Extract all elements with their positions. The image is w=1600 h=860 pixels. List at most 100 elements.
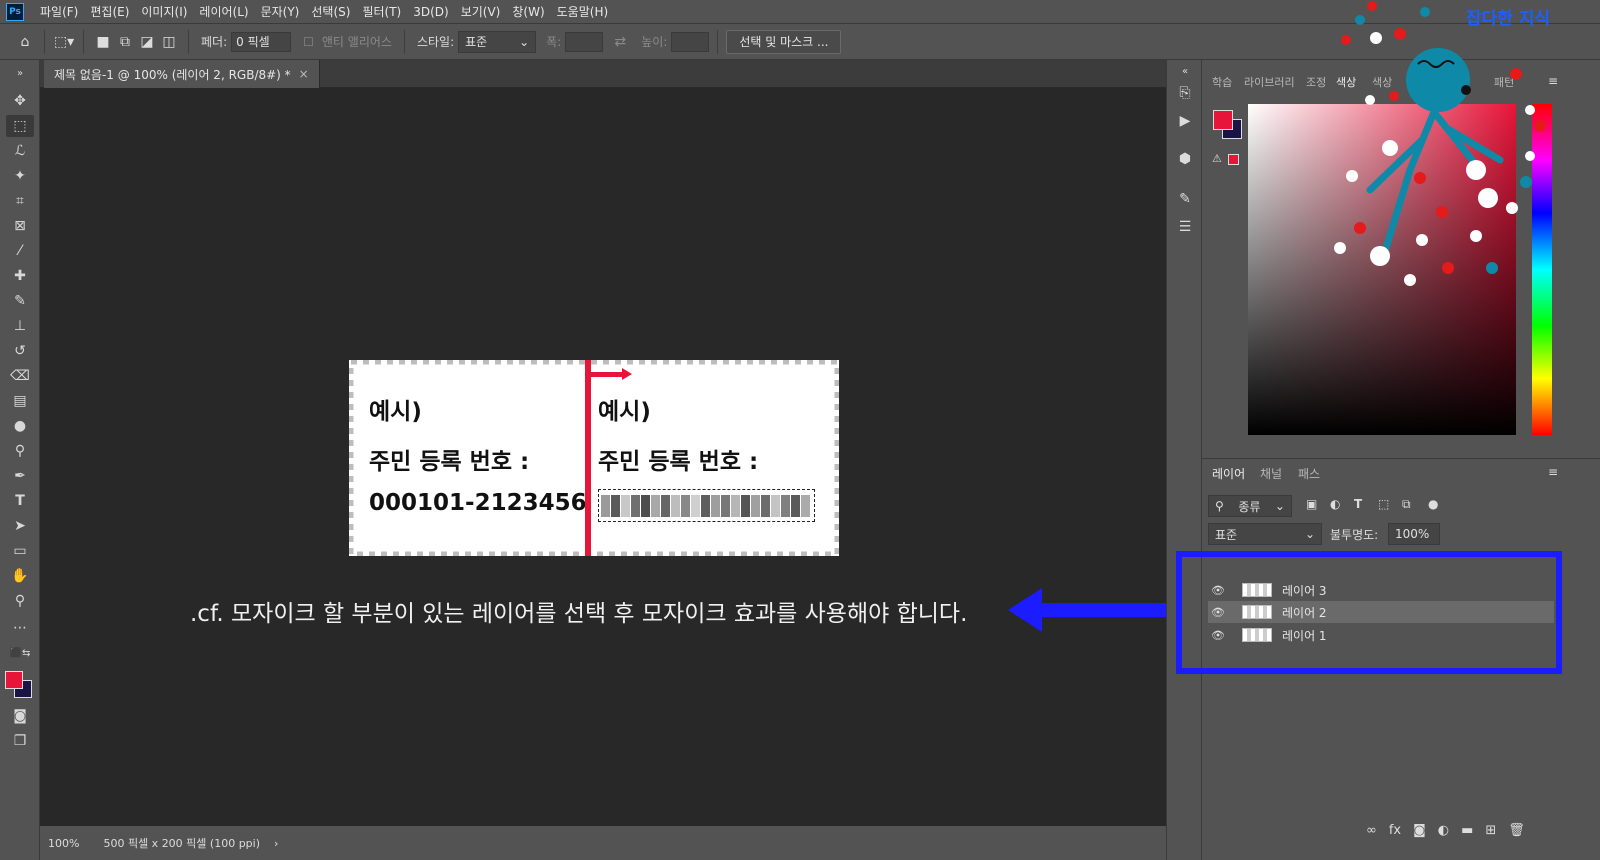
group-folder-icon[interactable]: ▬ — [1461, 823, 1473, 838]
divider — [188, 29, 189, 54]
divider — [44, 29, 45, 54]
filter-type-icon[interactable]: T — [1354, 497, 1362, 511]
filter-adjustment-icon[interactable]: ◐ — [1330, 497, 1340, 511]
menu-edit[interactable]: 편집(E) — [84, 3, 135, 20]
actions-play-icon[interactable]: ▶ — [1173, 110, 1197, 132]
opacity-label: 불투명도: — [1330, 528, 1379, 542]
style-label: 스타일: — [416, 35, 455, 49]
chevron-right-icon[interactable]: › — [274, 837, 278, 850]
menu-layer[interactable]: 레이어(L) — [193, 3, 254, 20]
move-tool-icon[interactable]: ✥ — [6, 90, 34, 112]
tab-channels[interactable]: 채널 — [1260, 465, 1282, 482]
frame-tool-icon[interactable]: ⊠ — [6, 215, 34, 237]
subtract-selection-icon[interactable]: ◪ — [136, 31, 158, 53]
path-selection-tool-icon[interactable]: ➤ — [6, 515, 34, 537]
left-id-number: 000101-2123456 — [369, 490, 587, 516]
gradient-tool-icon[interactable]: ▤ — [6, 390, 34, 412]
fx-icon[interactable]: fx — [1389, 823, 1401, 838]
menu-select[interactable]: 선택(S) — [305, 3, 356, 20]
brush-tool-icon[interactable]: ✎ — [6, 290, 34, 312]
new-selection-icon[interactable]: ■ — [92, 31, 114, 53]
history-brush-tool-icon[interactable]: ↺ — [6, 340, 34, 362]
hand-tool-icon[interactable]: ✋ — [6, 565, 34, 587]
mosaic-selection[interactable] — [598, 489, 815, 522]
zoom-tool-icon[interactable]: ⚲ — [6, 590, 34, 612]
opacity-input[interactable]: 100% — [1388, 523, 1440, 545]
document-tab[interactable]: 제목 없음-1 @ 100% (레이어 2, RGB/8#) * × — [44, 60, 320, 88]
menu-window[interactable]: 창(W) — [506, 3, 550, 20]
antialias-label: 앤티 앨리어스 — [321, 35, 392, 49]
home-icon[interactable]: ⌂ — [14, 31, 36, 53]
width-input[interactable] — [565, 31, 604, 52]
height-input[interactable] — [671, 31, 710, 52]
mask-icon[interactable]: ◙ — [1413, 823, 1426, 838]
tab-libraries[interactable]: 라이브러리 — [1244, 74, 1295, 90]
stamp-tool-icon[interactable]: ⊥ — [6, 315, 34, 337]
panel-menu-icon[interactable]: ≡ — [1548, 465, 1558, 479]
trash-icon[interactable]: 🗑 — [1508, 823, 1525, 838]
tab-adjustments[interactable]: 조정 — [1306, 74, 1326, 90]
marquee-preset-icon[interactable]: ⬚▾ — [53, 31, 75, 53]
divider — [717, 29, 719, 54]
foreground-color-swatch[interactable] — [1213, 110, 1233, 130]
adjustment-layer-icon[interactable]: ◐ — [1438, 823, 1449, 838]
add-selection-icon[interactable]: ⧉ — [114, 31, 136, 53]
magic-wand-tool-icon[interactable]: ✦ — [6, 165, 34, 187]
screen-mode-icon[interactable]: ❐ — [6, 730, 34, 752]
zoom-level[interactable]: 100% — [48, 837, 79, 850]
tab-layers[interactable]: 레이어 — [1212, 465, 1245, 482]
tab-paths[interactable]: 패스 — [1298, 465, 1320, 482]
feather-input[interactable]: 0 픽셀 — [231, 31, 292, 52]
filter-image-icon[interactable]: ▣ — [1306, 497, 1317, 511]
collapse-icon[interactable]: » — [6, 62, 34, 84]
collapsed-panels-strip: « ⎘ ▶ ⬢ ✎ ☰ — [1166, 60, 1202, 860]
menu-help[interactable]: 도움말(H) — [551, 3, 615, 20]
menu-type[interactable]: 문자(Y) — [255, 3, 306, 20]
marquee-tool-icon[interactable]: ⬚ — [6, 115, 34, 137]
pen-tool-icon[interactable]: ✒ — [6, 465, 34, 487]
tab-learn[interactable]: 학습 — [1212, 74, 1232, 90]
quick-mask-icon[interactable]: ◙ — [6, 705, 34, 727]
blur-tool-icon[interactable]: ● — [6, 415, 34, 437]
link-icon[interactable]: ∞ — [1366, 823, 1377, 838]
filter-shape-icon[interactable]: ⬚ — [1378, 497, 1389, 511]
menu-filter[interactable]: 필터(T) — [356, 3, 407, 20]
new-layer-icon[interactable]: ⊞ — [1485, 823, 1496, 838]
menu-view[interactable]: 보기(V) — [455, 3, 507, 20]
antialias-checkbox[interactable]: ☐ — [303, 35, 314, 49]
foreground-color-swatch[interactable] — [5, 671, 23, 689]
filter-smart-object-icon[interactable]: ⧉ — [1402, 497, 1411, 512]
menu-3d[interactable]: 3D(D) — [407, 5, 454, 19]
more-tools-icon[interactable]: ⋯ — [6, 617, 34, 639]
dodge-tool-icon[interactable]: ⚲ — [6, 440, 34, 462]
eraser-tool-icon[interactable]: ⌫ — [6, 365, 34, 387]
collapse-icon[interactable]: « — [1173, 60, 1197, 82]
menu-file[interactable]: 파일(F) — [34, 3, 84, 20]
style-select[interactable]: 표준 ⌄ — [458, 30, 537, 53]
rectangle-tool-icon[interactable]: ▭ — [6, 540, 34, 562]
swap-icon[interactable]: ⇄ — [609, 31, 631, 53]
history-icon[interactable]: ⎘ — [1173, 82, 1197, 104]
document-canvas[interactable]: 예시) 주민 등록 번호 : 000101-2123456 예시) 주민 등록 … — [349, 360, 839, 556]
chevron-down-icon: ⌄ — [1274, 499, 1285, 513]
brush-settings-icon[interactable]: ✎ — [1173, 188, 1197, 210]
select-and-mask-button[interactable]: 선택 및 마스크 ... — [726, 29, 842, 54]
kind-filter-select[interactable]: ⚲ 종류 ⌄ — [1208, 495, 1292, 517]
3d-panel-icon[interactable]: ⬢ — [1173, 148, 1197, 170]
gamut-color-swatch[interactable] — [1228, 154, 1239, 165]
close-icon[interactable]: × — [299, 67, 309, 81]
type-tool-icon[interactable]: T — [6, 490, 34, 512]
left-example-label: 예시) — [369, 399, 422, 425]
eyedropper-tool-icon[interactable]: ⁄ — [6, 240, 34, 262]
watermark-character — [1334, 1, 1546, 286]
healing-brush-tool-icon[interactable]: ✚ — [6, 265, 34, 287]
filter-toggle-icon[interactable]: ● — [1428, 497, 1438, 511]
lasso-tool-icon[interactable]: ℒ — [6, 140, 34, 162]
intersect-selection-icon[interactable]: ◫ — [158, 31, 180, 53]
swap-colors-icon[interactable]: ⬛⇆ — [6, 642, 34, 664]
blend-mode-select[interactable]: 표준 ⌄ — [1208, 523, 1322, 545]
properties-icon[interactable]: ☰ — [1173, 216, 1197, 238]
photoshop-logo: Ps — [6, 2, 24, 21]
crop-tool-icon[interactable]: ⌗ — [6, 190, 34, 212]
menu-image[interactable]: 이미지(I) — [135, 3, 193, 20]
